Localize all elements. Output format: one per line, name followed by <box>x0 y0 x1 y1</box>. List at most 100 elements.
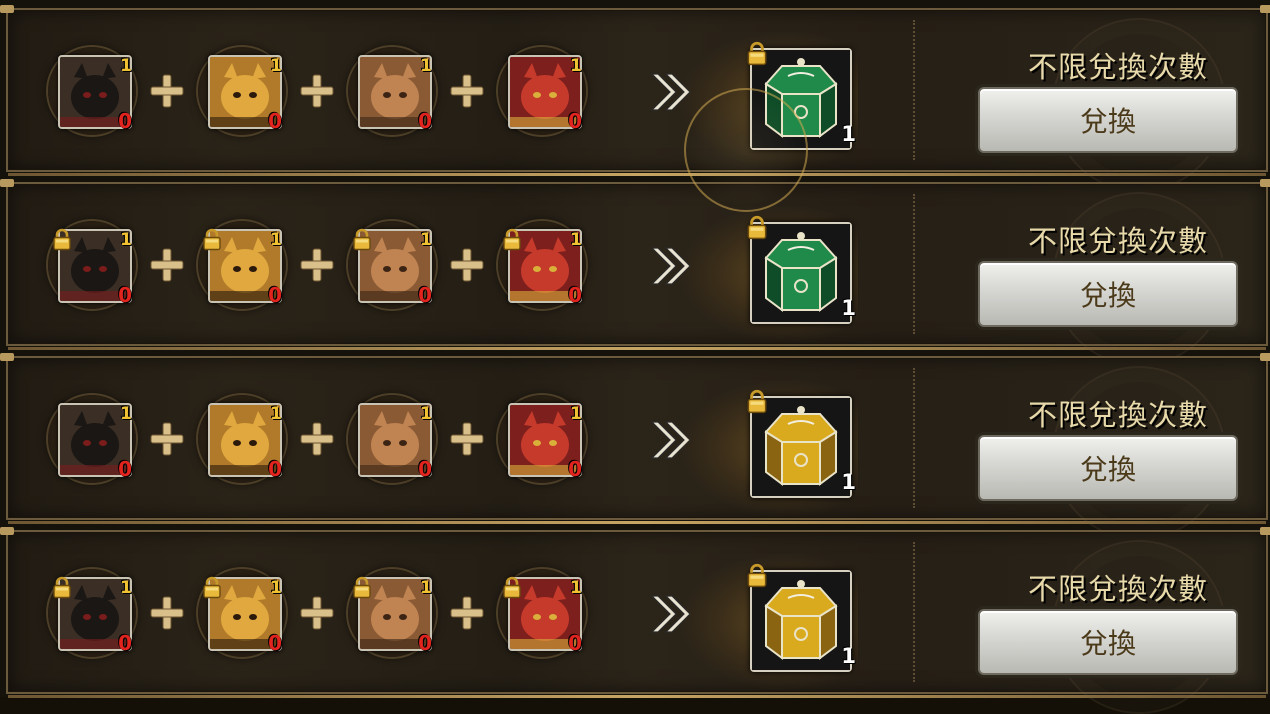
material-slot-lion-dance-card[interactable]: 10 <box>498 221 586 309</box>
required-count: 1 <box>270 578 282 598</box>
reward-quantity: 1 <box>841 122 856 146</box>
plus-icon <box>436 569 498 657</box>
owned-count: 0 <box>418 109 432 133</box>
dotted-divider <box>913 542 915 682</box>
lock-icon <box>50 575 74 599</box>
exchange-row: 1 0 1 0 1 0 1 0 1 不限兌換次數 兌換 <box>0 179 1270 366</box>
required-count: 1 <box>270 404 282 424</box>
required-count: 1 <box>570 56 582 76</box>
material-slot-brown-cat-card[interactable]: 10 <box>348 395 436 483</box>
plus-icon <box>136 395 198 483</box>
material-list: 10101010 <box>48 568 586 658</box>
plus-icon <box>136 47 198 135</box>
material-slot-tiger-card[interactable]: 10 <box>198 47 286 135</box>
plus-icon <box>286 395 348 483</box>
plus-icon <box>436 395 498 483</box>
owned-count: 0 <box>118 283 132 307</box>
material-slot-brown-cat-card[interactable]: 10 <box>348 47 436 135</box>
owned-count: 0 <box>118 109 132 133</box>
required-count: 1 <box>120 56 132 76</box>
dotted-divider <box>913 20 915 160</box>
tap-highlight-ring <box>684 88 808 212</box>
material-list: 10101010 <box>48 220 586 310</box>
exchange-button[interactable]: 兌換 <box>978 609 1238 675</box>
owned-count: 0 <box>418 631 432 655</box>
exchange-button[interactable]: 兌換 <box>978 87 1238 153</box>
material-slot-brown-cat-card[interactable]: 10 <box>348 569 436 657</box>
material-list: 10101010 <box>48 394 586 484</box>
owned-count: 0 <box>268 457 282 481</box>
required-count: 1 <box>420 404 432 424</box>
reward-item[interactable]: 1 <box>744 388 856 498</box>
material-slot-brown-cat-card[interactable]: 10 <box>348 221 436 309</box>
exchange-limit-label: 不限兌換次數 <box>1027 224 1208 258</box>
plus-icon <box>136 569 198 657</box>
reward-quantity: 1 <box>841 470 856 494</box>
plus-icon <box>286 569 348 657</box>
lock-icon <box>744 562 770 588</box>
exchange-button[interactable]: 兌換 <box>978 435 1238 501</box>
material-slot-black-cat-card[interactable]: 10 <box>48 221 136 309</box>
material-slot-lion-dance-card[interactable]: 10 <box>498 47 586 135</box>
owned-count: 0 <box>118 457 132 481</box>
required-count: 1 <box>420 578 432 598</box>
reward-item[interactable]: 1 <box>744 214 856 324</box>
owned-count: 0 <box>118 631 132 655</box>
required-count: 1 <box>420 230 432 250</box>
lock-icon <box>500 227 524 251</box>
lock-icon <box>744 214 770 240</box>
required-count: 1 <box>120 578 132 598</box>
owned-count: 0 <box>418 283 432 307</box>
required-count: 1 <box>420 56 432 76</box>
material-slot-lion-dance-card[interactable]: 10 <box>498 569 586 657</box>
material-slot-black-cat-card[interactable]: 10 <box>48 569 136 657</box>
plus-icon <box>286 221 348 309</box>
material-slot-black-cat-card[interactable]: 10 <box>48 395 136 483</box>
dotted-divider <box>913 194 915 334</box>
exchange-row: 1 0 1 0 1 0 1 0 1 不限兌換次數 兌換 <box>0 353 1270 540</box>
lock-icon <box>500 575 524 599</box>
owned-count: 0 <box>568 283 582 307</box>
required-count: 1 <box>270 56 282 76</box>
material-slot-tiger-card[interactable]: 10 <box>198 395 286 483</box>
material-list: 10101010 <box>48 46 586 136</box>
required-count: 1 <box>570 404 582 424</box>
owned-count: 0 <box>418 457 432 481</box>
material-slot-tiger-card[interactable]: 10 <box>198 221 286 309</box>
exchange-row: 1 0 1 0 1 0 1 0 1 不限兌換次數 兌換 <box>0 527 1270 714</box>
required-count: 1 <box>570 578 582 598</box>
exchange-row: 1 0 1 0 1 0 1 0 1 不限兌換次數 兌換 <box>0 5 1270 192</box>
material-slot-tiger-card[interactable]: 10 <box>198 569 286 657</box>
required-count: 1 <box>120 230 132 250</box>
owned-count: 0 <box>268 631 282 655</box>
plus-icon <box>136 221 198 309</box>
row-divider <box>8 347 1266 350</box>
exchange-panel: 1 0 1 0 1 0 1 0 1 不限兌換次數 兌換 1 0 1 0 1 0 1 0 1 不限兌換次數 兌換 1 0 1 0 1 0… <box>0 0 1270 714</box>
exchange-button[interactable]: 兌換 <box>978 261 1238 327</box>
row-divider <box>8 173 1266 176</box>
required-count: 1 <box>270 230 282 250</box>
owned-count: 0 <box>268 283 282 307</box>
dotted-divider <box>913 368 915 508</box>
required-count: 1 <box>570 230 582 250</box>
owned-count: 0 <box>568 457 582 481</box>
material-slot-lion-dance-card[interactable]: 10 <box>498 395 586 483</box>
owned-count: 0 <box>268 109 282 133</box>
owned-count: 0 <box>568 631 582 655</box>
row-divider <box>8 521 1266 524</box>
exchange-limit-label: 不限兌換次數 <box>1027 398 1208 432</box>
plus-icon <box>286 47 348 135</box>
lock-icon <box>744 40 770 66</box>
required-count: 1 <box>120 404 132 424</box>
exchange-limit-label: 不限兌換次數 <box>1027 50 1208 84</box>
lock-icon <box>200 575 224 599</box>
lock-icon <box>50 227 74 251</box>
lock-icon <box>200 227 224 251</box>
material-slot-black-cat-card[interactable]: 10 <box>48 47 136 135</box>
plus-icon <box>436 47 498 135</box>
owned-count: 0 <box>568 109 582 133</box>
lock-icon <box>350 575 374 599</box>
reward-quantity: 1 <box>841 644 856 668</box>
exchange-limit-label: 不限兌換次數 <box>1027 572 1208 606</box>
reward-item[interactable]: 1 <box>744 562 856 672</box>
